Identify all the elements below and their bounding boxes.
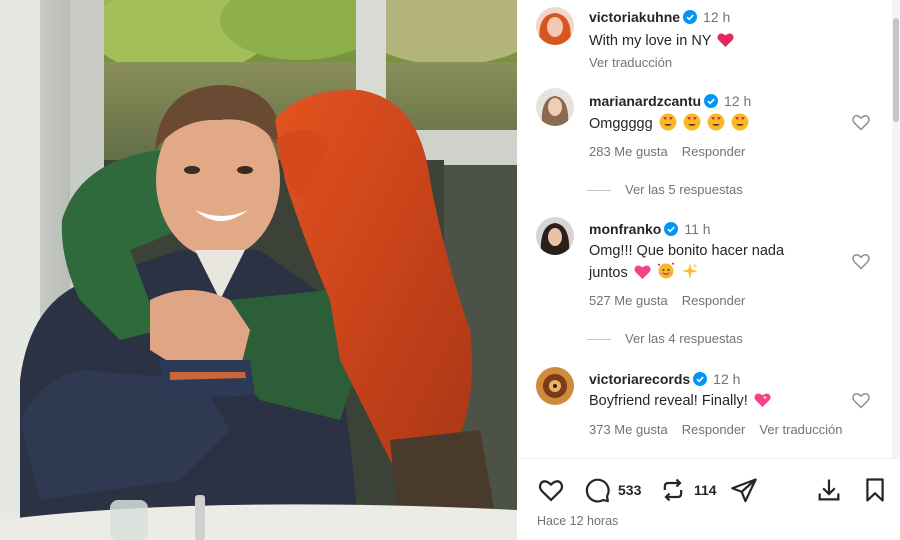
post-photo[interactable] [0, 0, 517, 540]
heart-icon [538, 480, 564, 502]
see-translation-link[interactable]: Ver traducción [759, 422, 842, 437]
share-button[interactable] [730, 476, 758, 504]
reply-button[interactable]: Responder [682, 422, 746, 437]
comment-likes[interactable]: 373 Me gusta [589, 422, 668, 437]
smiling-hearts-emoji [657, 262, 675, 287]
heart-eyes-emoji [731, 113, 749, 138]
repost-icon [663, 478, 683, 502]
comment-time[interactable]: 12 h [703, 9, 730, 25]
download-icon [818, 479, 840, 501]
verified-badge-icon [664, 222, 679, 240]
post-image [0, 0, 517, 540]
repost-button[interactable] [659, 476, 687, 504]
username[interactable]: victoriakuhne [589, 9, 680, 25]
comment-button[interactable] [583, 476, 611, 504]
avatar[interactable] [536, 367, 574, 405]
comment-text: Omg!!! Que bonito hacer nada [589, 243, 785, 259]
see-translation-link[interactable]: Ver traducción [589, 55, 859, 70]
bookmark-icon [866, 478, 884, 502]
like-comment-heart-icon[interactable] [851, 112, 871, 132]
comment-time[interactable]: 12 h [713, 371, 740, 387]
comments-count[interactable]: 533 [618, 482, 641, 498]
save-button[interactable] [861, 476, 889, 504]
replies-line [587, 339, 611, 341]
username[interactable]: marianardzcantu [589, 93, 701, 109]
like-comment-heart-icon[interactable] [851, 251, 871, 271]
heart-eyes-emoji [659, 113, 677, 138]
comment-text: Omggggg [589, 116, 653, 132]
reposts-count[interactable]: 114 [694, 482, 717, 498]
comment-bubble-icon [585, 478, 610, 503]
sparkling-heart-emoji [754, 392, 771, 415]
username[interactable]: monfranko [589, 221, 661, 237]
scrollbar[interactable] [892, 0, 900, 458]
comment-likes[interactable]: 283 Me gusta [589, 144, 668, 159]
pink-heart-emoji [634, 264, 651, 287]
reply-button[interactable]: Responder [682, 144, 746, 159]
replies-line [587, 190, 611, 192]
comment-time[interactable]: 11 h [684, 221, 710, 237]
share-paper-plane-icon [731, 478, 757, 503]
heart-emoji [717, 32, 734, 55]
like-comment-heart-icon[interactable] [851, 390, 871, 410]
caption-text: With my love in NY [589, 33, 712, 49]
view-replies-label: Ver las 4 respuestas [625, 331, 743, 346]
heart-eyes-emoji [683, 113, 701, 138]
comment-time[interactable]: 12 h [724, 93, 751, 109]
like-button[interactable] [537, 476, 565, 504]
scrollbar-thumb[interactable] [893, 18, 899, 122]
comments-panel: victoriakuhne 12 h With my love in NY Ver… [517, 0, 900, 540]
download-button[interactable] [815, 476, 843, 504]
comment-likes[interactable]: 527 Me gusta [589, 293, 668, 308]
verified-badge-icon [683, 10, 698, 28]
view-replies-button[interactable]: Ver las 5 respuestas [587, 182, 743, 197]
comment-text-continued: juntos [589, 265, 628, 281]
verified-badge-icon [704, 94, 719, 112]
view-replies-label: Ver las 5 respuestas [625, 182, 743, 197]
avatar[interactable] [536, 7, 574, 45]
reply-button[interactable]: Responder [682, 293, 746, 308]
comment-text: Boyfriend reveal! Finally! [589, 393, 748, 409]
avatar[interactable] [536, 88, 574, 126]
view-replies-button[interactable]: Ver las 4 respuestas [587, 331, 743, 346]
post-timestamp[interactable]: Hace 12 horas [537, 514, 618, 528]
actions-divider [517, 458, 900, 459]
avatar[interactable] [536, 217, 574, 255]
heart-eyes-emoji [707, 113, 725, 138]
username[interactable]: victoriarecords [589, 371, 690, 387]
verified-badge-icon [693, 372, 708, 390]
sparkles-emoji [681, 262, 699, 287]
